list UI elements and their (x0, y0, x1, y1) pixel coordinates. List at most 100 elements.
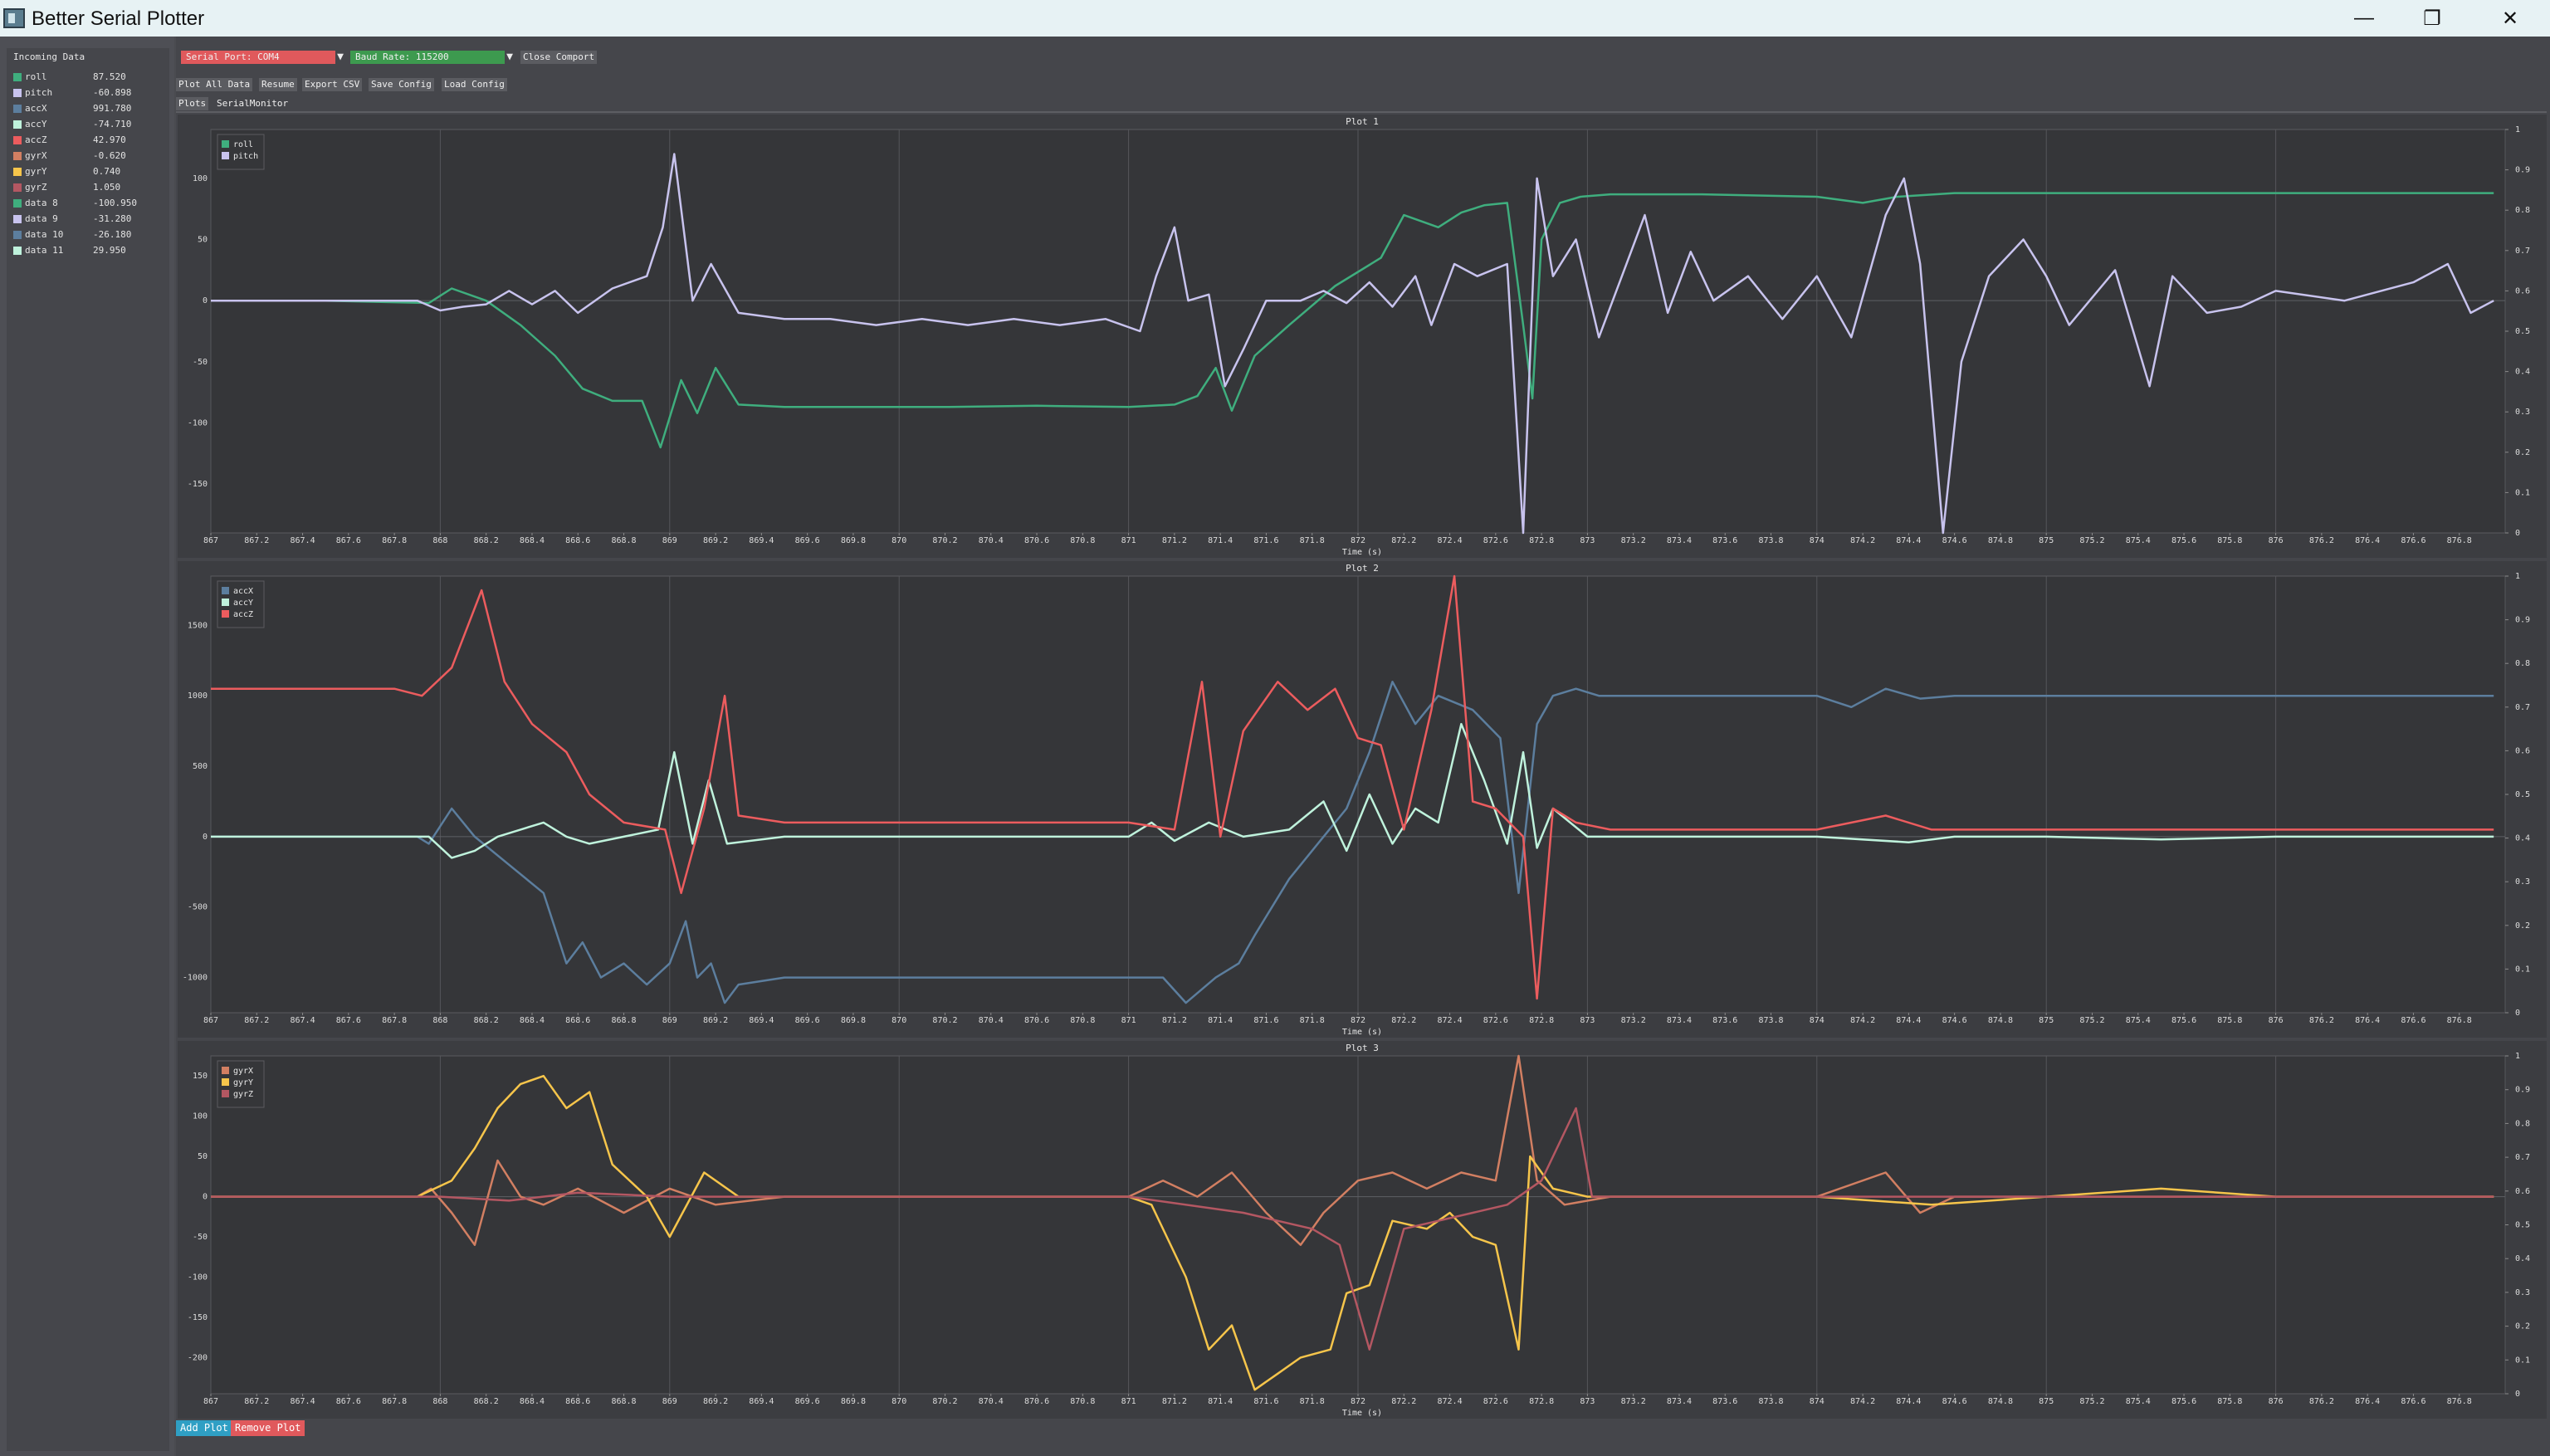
plot-2-panel[interactable]: Plot 2 867 867.2 867.4 867.6 867.8 868 868.2 868… (178, 561, 2547, 1038)
channel-name: data 11 (25, 245, 64, 256)
x-tick-label: 871.2 (1162, 1016, 1187, 1025)
channel-value: -26.180 (93, 229, 132, 240)
y-tick-label: 50 (198, 1152, 208, 1161)
x-tick-label: 870.4 (979, 536, 1004, 545)
close-button[interactable]: ✕ (2470, 0, 2550, 37)
color-swatch[interactable] (13, 168, 22, 176)
plot-1-chart: Plot 1 867 867.2 867.4 867.6 867.8 868 868.2 868… (188, 116, 2530, 557)
y2-tick-label: 0.7 (2515, 247, 2530, 256)
plot-1-panel[interactable]: Plot 1 867 867.2 867.4 867.6 867.8 868 868.2 868… (178, 115, 2547, 558)
x-tick-label: 872.8 (1529, 1016, 1554, 1025)
incoming-data-title: Incoming Data (13, 51, 85, 62)
y2-tick-label: 0.9 (2515, 616, 2530, 625)
window-title: Better Serial Plotter (32, 7, 205, 30)
x-tick-label: 871.4 (1208, 1397, 1233, 1406)
export-csv-button[interactable]: Export CSV (302, 78, 363, 91)
channel-name: accZ (25, 134, 47, 145)
x-tick-label: 875.8 (2217, 536, 2242, 545)
y2-tick-label: 0.1 (2515, 965, 2530, 974)
x-tick-label: 871 (1121, 536, 1136, 545)
x-tick-label: 872.2 (1391, 1397, 1416, 1406)
x-tick-label: 876.2 (2309, 536, 2334, 545)
y-tick-label: 0 (203, 833, 208, 842)
channel-value: -60.898 (93, 87, 132, 98)
x-tick-label: 875.2 (2079, 536, 2104, 545)
tab-underline (176, 111, 2547, 113)
channel-name: pitch (25, 87, 53, 98)
plot-title: Plot 2 (1346, 563, 1379, 574)
y2-tick-label: 0.7 (2515, 703, 2530, 712)
baud-rate-chevron-down-icon[interactable]: ▼ (503, 51, 516, 64)
channel-name: gyrX (25, 150, 47, 161)
x-tick-label: 870 (892, 1016, 906, 1025)
color-swatch[interactable] (13, 215, 22, 223)
x-tick-label: 867.6 (336, 1016, 361, 1025)
x-tick-label: 871 (1121, 1016, 1136, 1025)
color-swatch[interactable] (13, 183, 22, 192)
plot-3-panel[interactable]: Plot 3 867 867.2 867.4 867.6 867.8 868 868.2 868… (178, 1041, 2547, 1419)
x-tick-label: 875.6 (2171, 1016, 2196, 1025)
x-tick-label: 867.4 (291, 1397, 315, 1406)
y-tick-label: 100 (193, 1112, 208, 1121)
channel-value: 0.740 (93, 166, 121, 177)
color-swatch[interactable] (13, 89, 22, 97)
channel-name: gyrZ (25, 182, 47, 193)
x-tick-label: 873.6 (1712, 1016, 1737, 1025)
x-tick-label: 869.8 (841, 1016, 866, 1025)
x-tick-label: 875.8 (2217, 1016, 2242, 1025)
remove-plot-button[interactable]: Remove Plot (231, 1420, 305, 1436)
color-swatch[interactable] (13, 152, 22, 160)
x-tick-label: 876.8 (2447, 1016, 2472, 1025)
tab-serial-monitor[interactable]: SerialMonitor (214, 97, 291, 110)
baud-rate-dropdown[interactable]: Baud Rate: 115200 (350, 51, 505, 64)
y2-tick-label: 0 (2515, 1009, 2520, 1018)
y-tick-label: 500 (193, 762, 208, 771)
y-tick-label: -50 (193, 358, 208, 367)
x-tick-label: 873.8 (1758, 536, 1783, 545)
x-tick-label: 867.2 (244, 1397, 269, 1406)
x-tick-label: 872.6 (1483, 1397, 1508, 1406)
channel-value: 991.780 (93, 103, 132, 114)
color-swatch[interactable] (13, 73, 22, 81)
x-tick-label: 868 (432, 1397, 447, 1406)
x-tick-label: 867 (203, 1016, 218, 1025)
close-comport-button[interactable]: Close Comport (520, 51, 598, 64)
channel-value: -100.950 (93, 198, 137, 208)
restore-button[interactable]: ❐ (2392, 0, 2472, 37)
color-swatch[interactable] (13, 120, 22, 129)
channel-name: roll (25, 71, 47, 82)
x-tick-label: 869.8 (841, 1397, 866, 1406)
channel-name: accY (25, 119, 47, 129)
channel-name: data 8 (25, 198, 58, 208)
x-tick-label: 876.6 (2401, 536, 2425, 545)
y2-tick-label: 0.7 (2515, 1153, 2530, 1162)
channel-value: -31.280 (93, 213, 132, 224)
add-plot-button[interactable]: Add Plot (176, 1420, 232, 1436)
x-tick-label: 869 (662, 536, 677, 545)
x-tick-label: 867.6 (336, 1397, 361, 1406)
x-tick-label: 873.4 (1667, 536, 1692, 545)
color-swatch[interactable] (13, 231, 22, 239)
color-swatch[interactable] (13, 136, 22, 144)
plot-all-data-button[interactable]: Plot All Data (176, 78, 253, 91)
legend-swatch (222, 610, 229, 618)
app-icon (3, 8, 25, 28)
y2-tick-label: 0.6 (2515, 1187, 2530, 1196)
load-config-button[interactable]: Load Config (442, 78, 507, 91)
tab-plots[interactable]: Plots (176, 97, 209, 110)
color-swatch[interactable] (13, 105, 22, 113)
x-tick-label: 875 (2039, 1016, 2054, 1025)
y-tick-label: -150 (188, 1313, 208, 1322)
serial-port-dropdown[interactable]: Serial Port: COM4 (181, 51, 335, 64)
color-swatch[interactable] (13, 247, 22, 255)
resume-button[interactable]: Resume (259, 78, 297, 91)
y2-tick-label: 1 (2515, 125, 2520, 134)
x-tick-label: 876.6 (2401, 1016, 2425, 1025)
serial-port-chevron-down-icon[interactable]: ▼ (334, 51, 347, 64)
x-tick-label: 874 (1810, 1016, 1825, 1025)
y-tick-label: 50 (198, 236, 208, 245)
color-swatch[interactable] (13, 199, 22, 208)
y-tick-label: 150 (193, 1072, 208, 1081)
y2-tick-label: 0.1 (2515, 488, 2530, 497)
save-config-button[interactable]: Save Config (369, 78, 434, 91)
